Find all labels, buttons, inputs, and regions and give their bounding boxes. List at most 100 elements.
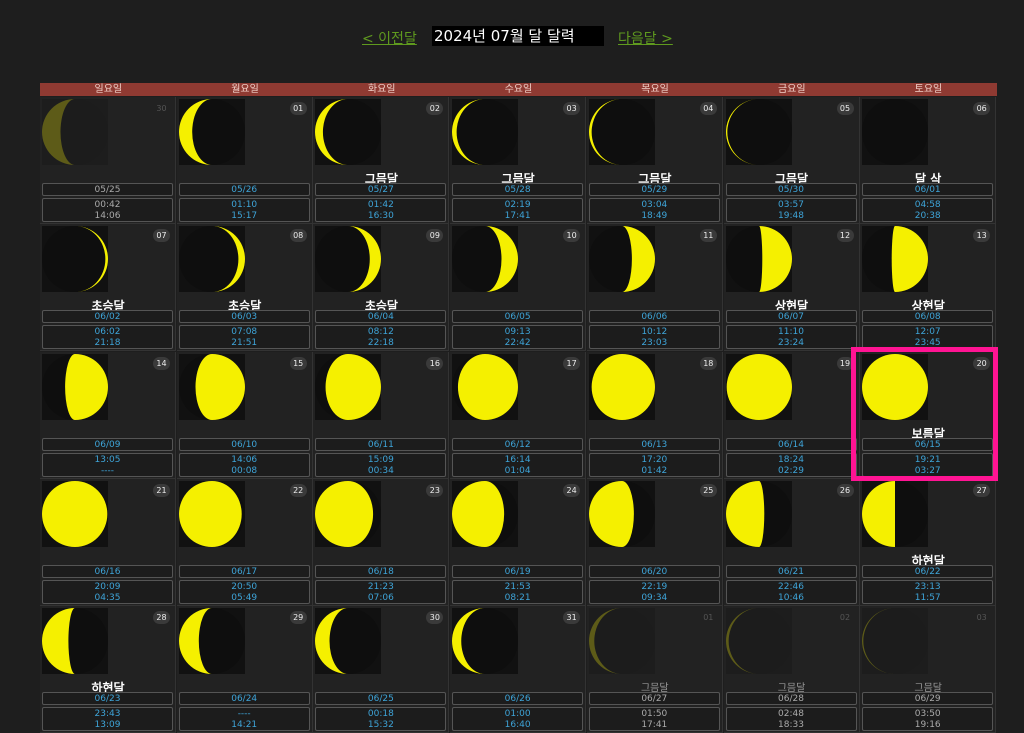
day-cell[interactable]: 18 06/13 17:20 01:42 <box>586 351 723 479</box>
moonrise-time: 17:20 <box>641 454 668 465</box>
moon-phase-icon <box>178 226 245 293</box>
day-cell[interactable]: 11 06/06 10:12 23:03 <box>586 224 723 352</box>
moonset-time: 17:41 <box>504 211 531 221</box>
moonset-time: 14:21 <box>231 720 258 731</box>
lunar-date: 06/12 <box>452 437 584 451</box>
day-cell[interactable]: 09 초승달 06/04 08:12 22:18 <box>313 224 450 352</box>
moonrise-time: 03:04 <box>641 200 668 210</box>
moonset-time: 11:57 <box>914 592 941 603</box>
moonrise-time: 11:10 <box>778 327 804 338</box>
moon-times: 03:04 18:49 <box>588 198 720 222</box>
day-cell[interactable]: 01 05/26 01:10 15:17 <box>176 97 313 224</box>
day-cell[interactable]: 22 06/17 20:50 05:49 <box>176 478 313 606</box>
moon-phase-icon <box>588 480 655 547</box>
moonrise-time: 03:50 <box>914 709 941 720</box>
day-cell[interactable]: 12 상현달 06/07 11:10 23:24 <box>723 224 860 352</box>
weekday-sat: 토요일 <box>914 84 943 95</box>
lunar-date: 06/18 <box>315 564 447 578</box>
day-number: 02 <box>426 102 444 115</box>
day-cell[interactable]: 20 보름달 06/15 19:21 03:27 <box>860 351 997 479</box>
moon-phase-icon <box>42 608 108 675</box>
day-number: 30 <box>426 611 444 625</box>
day-number: 04 <box>699 102 717 115</box>
day-cell[interactable]: 30 05/25 00:42 14:06 <box>40 97 176 224</box>
moon-times: 07:08 21:51 <box>178 325 310 350</box>
day-cell[interactable]: 03 그믐달 06/29 03:50 19:16 <box>860 606 997 733</box>
moonrise-time: 01:00 <box>504 709 531 720</box>
day-cell[interactable]: 28 하현달 06/23 23:43 13:09 <box>40 606 176 733</box>
day-cell[interactable]: 25 06/20 22:19 09:34 <box>586 478 723 606</box>
moonset-time: ---- <box>101 465 114 476</box>
moonset-time: 15:32 <box>367 720 394 731</box>
day-cell[interactable]: 19 06/14 18:24 02:29 <box>723 351 860 479</box>
day-number: 13 <box>973 229 991 243</box>
moon-phase-icon <box>452 608 519 675</box>
day-cell[interactable]: 30 06/25 00:18 15:32 <box>313 606 450 733</box>
day-cell[interactable]: 05 그믐달 05/30 03:57 19:48 <box>723 97 860 224</box>
day-cell[interactable]: 06 달 삭 06/01 04:58 20:38 <box>860 97 997 224</box>
lunar-date: 06/24 <box>178 692 310 706</box>
moonset-time: 05:49 <box>231 592 258 603</box>
moon-times: 02:48 18:33 <box>725 707 857 732</box>
day-cell[interactable]: 08 초승달 06/03 07:08 21:51 <box>176 224 313 352</box>
day-cell[interactable]: 10 06/05 09:13 22:42 <box>450 224 587 352</box>
moonset-time: 19:48 <box>778 211 804 221</box>
day-cell[interactable]: 13 상현달 06/08 12:07 23:45 <box>860 224 997 352</box>
day-cell[interactable]: 24 06/19 21:53 08:21 <box>450 478 587 606</box>
day-cell[interactable]: 07 초승달 06/02 06:02 21:18 <box>40 224 176 352</box>
day-cell[interactable]: 27 하현달 06/22 23:13 11:57 <box>860 478 997 606</box>
day-cell[interactable]: 29 06/24 ---- 14:21 <box>176 606 313 733</box>
day-cell[interactable]: 04 그믐달 05/29 03:04 18:49 <box>586 97 723 224</box>
day-cell[interactable]: 21 06/16 20:09 04:35 <box>40 478 176 606</box>
lunar-date: 06/15 <box>862 437 994 451</box>
moonrise-time: 14:06 <box>231 454 258 465</box>
prev-month-link[interactable]: < 이전달 <box>362 28 417 48</box>
weekday-wed: 수요일 <box>504 84 533 95</box>
moonset-time: 17:41 <box>641 720 668 731</box>
moon-times: 13:05 ---- <box>42 452 173 477</box>
day-cell[interactable]: 16 06/11 15:09 00:34 <box>313 351 450 479</box>
moon-times: 08:12 22:18 <box>315 325 447 350</box>
moon-times: 23:13 11:57 <box>862 579 994 604</box>
day-cell[interactable]: 02 그믐달 05/27 01:42 16:30 <box>313 97 450 224</box>
day-number: 29 <box>289 611 307 625</box>
moonrise-time: 06:02 <box>94 327 121 338</box>
day-cell[interactable]: 23 06/18 21:23 07:06 <box>313 478 450 606</box>
moonset-time: 22:42 <box>504 338 531 349</box>
moonrise-time: 16:14 <box>504 454 531 465</box>
day-cell[interactable]: 03 그믐달 05/28 02:19 17:41 <box>450 97 587 224</box>
day-cell[interactable]: 01 그믐달 06/27 01:50 17:41 <box>586 606 723 733</box>
day-number: 25 <box>699 483 717 497</box>
day-cell[interactable]: 31 06/26 01:00 16:40 <box>450 606 587 733</box>
day-number: 21 <box>153 483 170 497</box>
moonrise-time: 01:10 <box>231 200 258 210</box>
lunar-date: 06/17 <box>178 564 310 578</box>
moonrise-time: 23:13 <box>914 581 941 592</box>
day-cell[interactable]: 14 06/09 13:05 ---- <box>40 351 176 479</box>
day-number: 06 <box>973 102 991 115</box>
day-cell[interactable]: 02 그믐달 06/28 02:48 18:33 <box>723 606 860 733</box>
day-cell[interactable]: 26 06/21 22:46 10:46 <box>723 478 860 606</box>
day-number: 16 <box>426 356 444 370</box>
lunar-date: 06/14 <box>725 437 857 451</box>
moon-times: 23:43 13:09 <box>42 707 173 732</box>
moon-phase-icon <box>42 99 108 165</box>
moon-times: 19:21 03:27 <box>862 452 994 477</box>
day-number: 08 <box>289 229 307 243</box>
moon-phase-icon <box>862 226 929 293</box>
moon-phase-icon <box>862 480 929 547</box>
moonrise-time: 15:09 <box>367 454 394 465</box>
next-month-link[interactable]: 다음달 > <box>618 28 673 48</box>
moon-phase-icon <box>178 608 245 675</box>
day-cell[interactable]: 15 06/10 14:06 00:08 <box>176 351 313 479</box>
day-cell[interactable]: 17 06/12 16:14 01:04 <box>450 351 587 479</box>
moonrise-time: 00:18 <box>367 709 394 720</box>
moonset-time: 23:24 <box>778 338 804 349</box>
moonrise-time: 01:42 <box>367 200 394 210</box>
moon-times: 04:58 20:38 <box>862 198 994 222</box>
moonset-time: 13:09 <box>94 720 121 731</box>
day-number: 20 <box>973 356 991 370</box>
lunar-date: 05/25 <box>42 183 173 196</box>
moonrise-time: 20:50 <box>231 581 258 592</box>
moon-times: 01:42 16:30 <box>315 198 447 222</box>
